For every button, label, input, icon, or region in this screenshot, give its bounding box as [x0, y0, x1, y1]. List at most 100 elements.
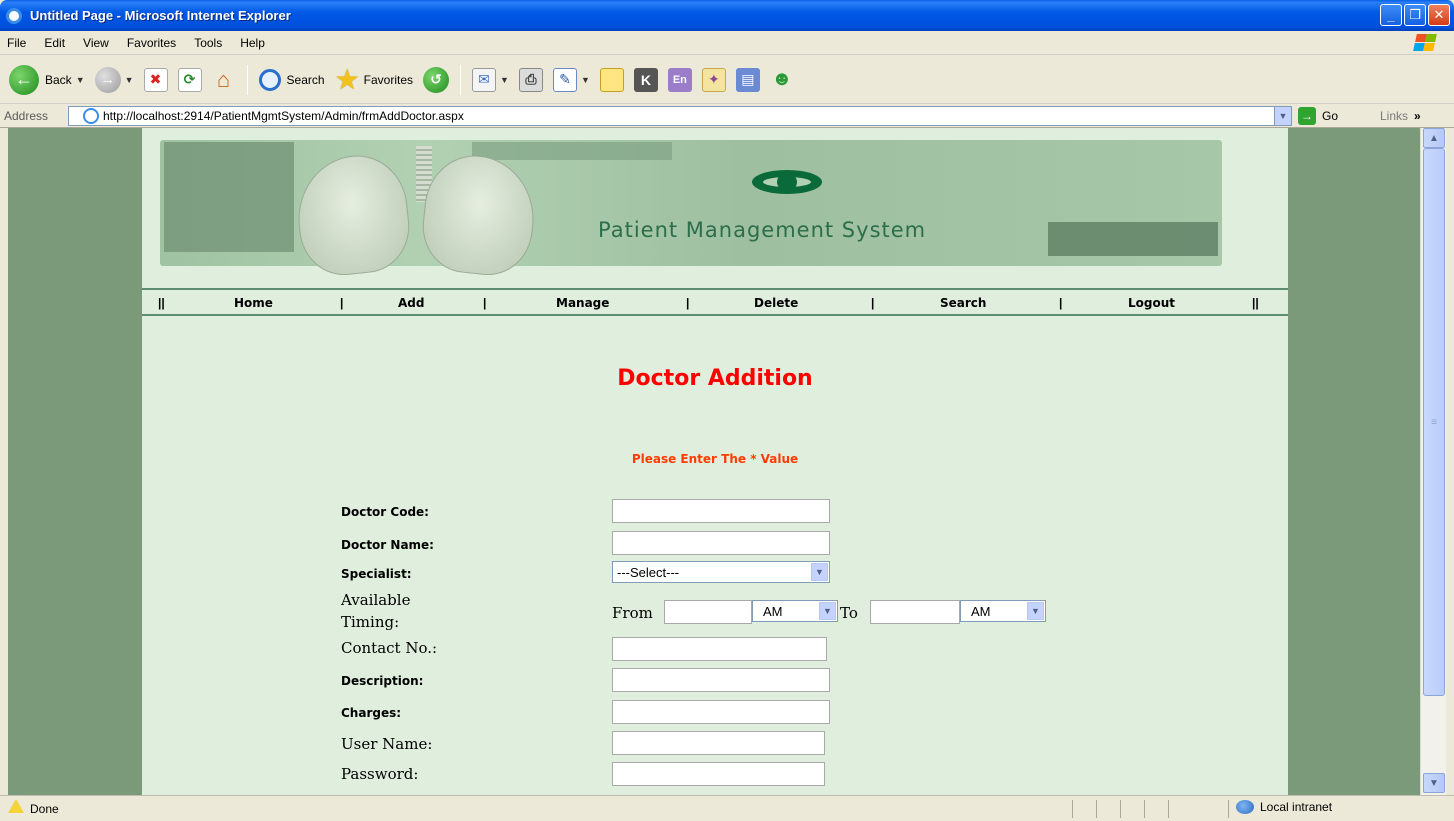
menu-help[interactable]: Help	[231, 36, 274, 50]
password-input[interactable]	[612, 762, 825, 786]
address-input[interactable]: http://localhost:2914/PatientMgmtSystem/…	[68, 106, 1292, 126]
minimize-button[interactable]: _	[1380, 4, 1402, 26]
research-button[interactable]: K	[629, 62, 663, 98]
chevron-down-icon[interactable]: ▼	[1027, 602, 1044, 620]
nav-add[interactable]: Add	[398, 296, 424, 310]
browser-viewport: Patient Management System || Home | Add …	[8, 128, 1420, 795]
username-input[interactable]	[612, 731, 825, 755]
address-label: Address	[4, 108, 49, 123]
menu-view[interactable]: View	[74, 36, 118, 50]
back-dropdown-icon[interactable]: ▼	[76, 75, 85, 85]
back-arrow-icon: ←	[9, 64, 39, 95]
from-time-input[interactable]	[664, 600, 752, 624]
chevron-down-icon[interactable]: ▼	[819, 602, 836, 620]
address-url: http://localhost:2914/PatientMgmtSystem/…	[103, 109, 464, 123]
tool-button-1[interactable]: ✦	[697, 62, 731, 98]
print-button[interactable]: ⎙	[514, 62, 548, 98]
print-icon: ⎙	[518, 67, 543, 92]
nav-separator: |	[483, 296, 487, 310]
scroll-down-icon[interactable]: ▼	[1423, 773, 1445, 793]
menu-file[interactable]: File	[0, 36, 35, 50]
available-timing-label-line1: Available	[341, 591, 411, 609]
go-arrow-icon: →	[1298, 107, 1316, 125]
highlight-icon: ✦	[701, 67, 726, 92]
home-button[interactable]: ⌂	[207, 62, 241, 98]
to-ampm-value: AM	[971, 603, 991, 619]
banner-title: Patient Management System	[598, 218, 927, 242]
discuss-button[interactable]	[595, 62, 629, 98]
history-icon: ↺	[423, 66, 450, 93]
close-button[interactable]: ✕	[1428, 4, 1450, 26]
status-divider	[1144, 800, 1145, 818]
to-time-input[interactable]	[870, 600, 960, 624]
forward-button[interactable]: → ▼	[90, 62, 139, 98]
back-button[interactable]: ← Back ▼	[4, 62, 90, 98]
charges-input[interactable]	[612, 700, 830, 724]
window-title: Untitled Page - Microsoft Internet Explo…	[30, 8, 291, 23]
chevron-right-icon[interactable]: »	[1414, 109, 1421, 123]
menu-edit[interactable]: Edit	[35, 36, 74, 50]
favorites-button[interactable]: ★ Favorites	[330, 62, 418, 98]
nav-logout[interactable]: Logout	[1128, 296, 1175, 310]
required-note: Please Enter The * Value	[631, 452, 799, 466]
vertical-scrollbar[interactable]: ▲ ≡ ▼	[1420, 128, 1446, 795]
refresh-button[interactable]: ⟳	[173, 62, 207, 98]
edit-dropdown-icon[interactable]: ▼	[581, 75, 590, 85]
to-ampm-select[interactable]: AM ▼	[960, 600, 1046, 622]
scroll-thumb[interactable]: ≡	[1423, 148, 1445, 696]
menu-favorites[interactable]: Favorites	[118, 36, 185, 50]
doctor-code-input[interactable]	[612, 499, 830, 523]
favorites-label: Favorites	[363, 72, 414, 87]
stop-button[interactable]: ✖	[139, 62, 173, 98]
nav-home[interactable]: Home	[234, 296, 273, 310]
translate-button[interactable]: En	[663, 62, 697, 98]
header-banner: Patient Management System	[142, 128, 1288, 286]
messenger-button[interactable]: ☻	[765, 62, 799, 98]
mail-dropdown-icon[interactable]: ▼	[500, 75, 509, 85]
search-icon	[258, 68, 281, 91]
mail-button[interactable]: ✉ ▼	[467, 62, 514, 98]
page-title: Doctor Addition	[617, 366, 813, 391]
nav-search[interactable]: Search	[940, 296, 986, 310]
go-button[interactable]: → Go	[1298, 104, 1338, 128]
status-divider	[1228, 800, 1229, 818]
doctor-name-label: Doctor Name:	[341, 538, 434, 552]
from-ampm-select[interactable]: AM ▼	[752, 600, 838, 622]
mail-icon: ✉	[472, 67, 497, 92]
ie-icon	[6, 7, 22, 24]
forward-dropdown-icon[interactable]: ▼	[125, 75, 134, 85]
logo-icon	[752, 170, 822, 194]
scroll-up-icon[interactable]: ▲	[1423, 128, 1445, 148]
menu-tools[interactable]: Tools	[185, 36, 231, 50]
password-label: Password:	[341, 765, 419, 783]
links-toolbar[interactable]: Links »	[1380, 104, 1421, 128]
edit-page-icon: ✎	[552, 67, 577, 92]
maximize-button[interactable]: ❐	[1404, 4, 1426, 26]
address-dropdown-icon[interactable]: ▼	[1274, 107, 1291, 125]
history-button[interactable]: ↺	[418, 62, 454, 98]
book-icon: ▤	[735, 67, 760, 92]
security-zone[interactable]: Local intranet	[1236, 800, 1332, 814]
username-label: User Name:	[341, 735, 433, 753]
description-input[interactable]	[612, 668, 830, 692]
zone-label: Local intranet	[1260, 800, 1333, 814]
specialist-select[interactable]: ---Select--- ▼	[612, 561, 830, 583]
go-label: Go	[1322, 109, 1339, 123]
messenger-icon: ☻	[771, 68, 793, 90]
chevron-down-icon[interactable]: ▼	[811, 563, 828, 581]
nav-manage[interactable]: Manage	[556, 296, 609, 310]
edit-button[interactable]: ✎ ▼	[548, 62, 595, 98]
charges-label: Charges:	[341, 706, 402, 720]
window-title-bar[interactable]: Untitled Page - Microsoft Internet Explo…	[0, 0, 1454, 31]
menu-bar: File Edit View Favorites Tools Help	[0, 31, 1454, 55]
status-divider	[1072, 800, 1073, 818]
doctor-name-input[interactable]	[612, 531, 830, 555]
search-button[interactable]: Search	[254, 62, 330, 98]
nav-delete[interactable]: Delete	[754, 296, 798, 310]
tool-button-2[interactable]: ▤	[731, 62, 765, 98]
to-label: To	[840, 604, 858, 622]
search-label: Search	[286, 72, 325, 87]
specialist-label: Specialist:	[341, 567, 412, 581]
contact-input[interactable]	[612, 637, 827, 661]
status-divider	[1096, 800, 1097, 818]
